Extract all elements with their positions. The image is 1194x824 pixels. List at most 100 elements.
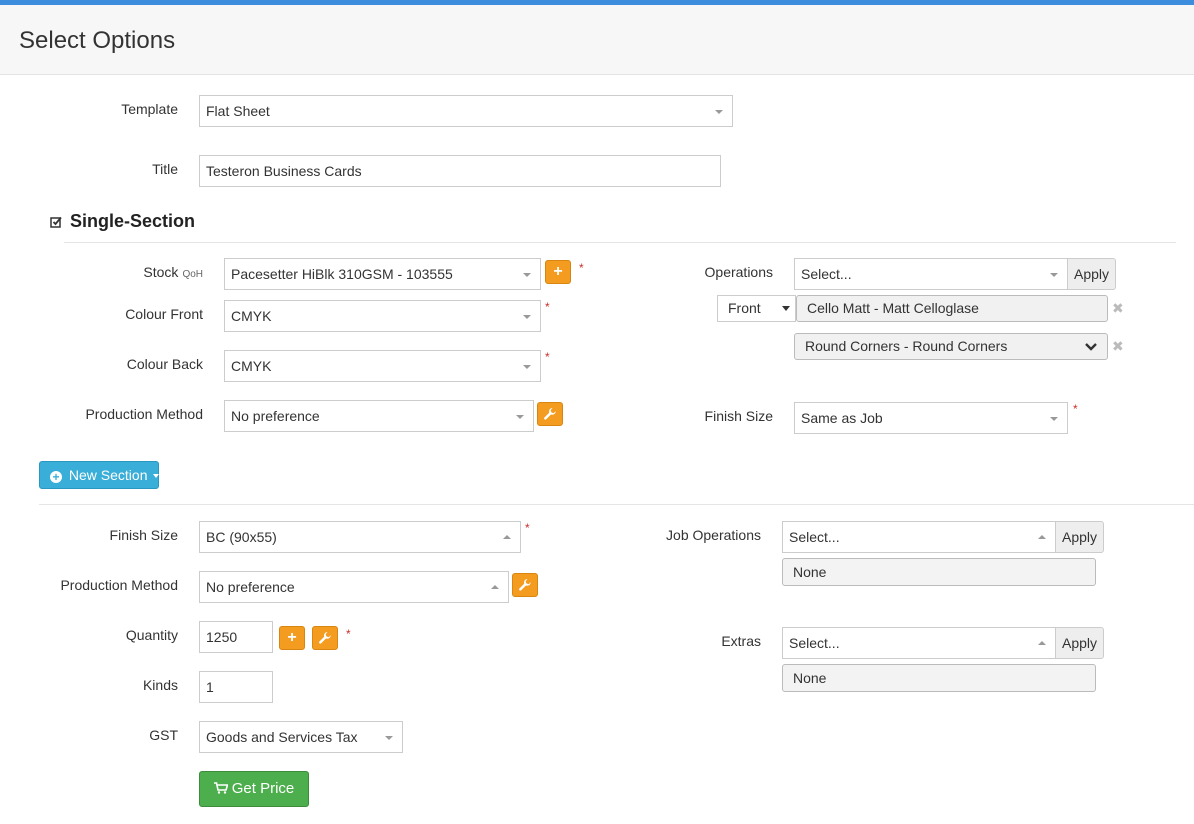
chevron-up-icon — [1038, 535, 1046, 539]
finish-size-select[interactable]: BC (90x55) — [199, 521, 521, 553]
chevron-down-icon — [385, 736, 393, 740]
page-title: Select Options — [19, 27, 176, 54]
chevron-up-icon — [491, 585, 499, 589]
remove-operation-icon[interactable]: ✖ — [1112, 338, 1124, 355]
chevron-down-icon — [523, 273, 531, 277]
production-method-label: Production Method — [85, 406, 203, 422]
operations-apply-button[interactable]: Apply — [1067, 258, 1117, 290]
template-label: Template — [121, 101, 178, 117]
job-operations-label: Job Operations — [666, 527, 761, 543]
job-operations-select[interactable]: Select... — [782, 521, 1056, 553]
finish-size-value: BC (90x55) — [206, 529, 277, 545]
chevron-down-icon — [715, 110, 723, 114]
section-finish-size-select[interactable]: Same as Job — [794, 402, 1068, 434]
stock-value: Pacesetter HiBlk 310GSM - 103555 — [231, 266, 453, 282]
caret-down-icon — [782, 306, 790, 311]
production-method-select[interactable]: No preference — [224, 400, 534, 432]
production-method-settings-button[interactable] — [537, 402, 563, 426]
wrench-icon — [319, 632, 331, 644]
required-marker: * — [346, 627, 351, 641]
plus-icon: + — [553, 263, 563, 280]
caret-down-icon — [153, 474, 160, 478]
operation-item-label: Round Corners - Round Corners — [805, 338, 1008, 354]
template-select[interactable]: Flat Sheet — [199, 95, 733, 127]
kinds-label: Kinds — [142, 677, 178, 693]
extras-label: Extras — [721, 633, 761, 649]
new-section-button[interactable]: + New Section — [39, 461, 160, 489]
kinds-value: 1 — [206, 679, 214, 695]
chevron-down-icon — [1085, 343, 1097, 351]
job-production-method-label: Production Method — [60, 577, 178, 593]
extras-none: None — [782, 664, 1096, 692]
template-value: Flat Sheet — [206, 103, 270, 119]
job-operations-none: None — [782, 558, 1096, 586]
get-price-label: Get Price — [231, 780, 295, 797]
title-label: Title — [152, 161, 178, 177]
quantity-label: Quantity — [125, 627, 178, 643]
plus-icon: + — [287, 629, 297, 646]
finish-size-label: Finish Size — [109, 527, 178, 543]
colour-front-value: CMYK — [231, 308, 272, 324]
colour-front-select[interactable]: CMYK — [224, 300, 541, 332]
stock-select[interactable]: Pacesetter HiBlk 310GSM - 103555 — [224, 258, 541, 290]
quantity-settings-button[interactable] — [312, 626, 338, 650]
edit-checkbox-icon — [50, 217, 62, 228]
add-stock-button[interactable]: + — [545, 260, 571, 284]
kinds-input[interactable]: 1 — [199, 671, 273, 703]
required-marker: * — [525, 521, 530, 535]
required-marker: * — [545, 350, 550, 364]
operations-label: Operations — [704, 264, 773, 280]
colour-front-label: Colour Front — [125, 306, 203, 322]
wrench-icon — [519, 579, 531, 591]
colour-back-value: CMYK — [231, 358, 272, 374]
chevron-up-icon — [503, 535, 511, 539]
get-price-button[interactable]: Get Price — [199, 771, 309, 807]
job-production-method-settings-button[interactable] — [512, 573, 538, 597]
extras-apply-button[interactable]: Apply — [1055, 627, 1105, 659]
chevron-down-icon — [1050, 273, 1058, 277]
add-quantity-button[interactable]: + — [279, 626, 305, 650]
remove-operation-icon[interactable]: ✖ — [1112, 300, 1124, 317]
chevron-up-icon — [1038, 641, 1046, 645]
required-marker: * — [1073, 402, 1078, 416]
production-method-value: No preference — [231, 408, 320, 424]
stock-label: Stock QoH — [143, 264, 203, 280]
gst-select[interactable]: Goods and Services Tax — [199, 721, 403, 753]
operation-item[interactable]: Round Corners - Round Corners — [794, 333, 1108, 360]
job-operations-apply-button[interactable]: Apply — [1055, 521, 1105, 553]
plus-circle-icon: + — [50, 471, 62, 483]
extras-placeholder: Select... — [789, 635, 840, 651]
operation-side-value: Front — [728, 300, 761, 316]
new-section-label: New Section — [68, 467, 148, 483]
section-divider — [64, 242, 1176, 243]
job-production-method-value: No preference — [206, 579, 295, 595]
quantity-input[interactable]: 1250 — [199, 621, 273, 653]
required-marker: * — [579, 261, 584, 275]
qoh-label: QoH — [182, 269, 203, 280]
gst-value: Goods and Services Tax — [206, 729, 358, 745]
required-marker: * — [545, 300, 550, 314]
operations-placeholder: Select... — [801, 266, 852, 282]
chevron-down-icon — [523, 365, 531, 369]
title-value: Testeron Business Cards — [206, 163, 362, 179]
shopping-cart-icon — [213, 782, 229, 794]
colour-back-label: Colour Back — [126, 356, 203, 372]
chevron-down-icon — [516, 415, 524, 419]
section-finish-size-label: Finish Size — [704, 408, 773, 424]
quantity-value: 1250 — [206, 629, 238, 645]
chevron-down-icon — [523, 315, 531, 319]
section-heading: Single-Section — [50, 211, 195, 232]
operation-item: Cello Matt - Matt Celloglase — [796, 295, 1108, 322]
gst-label: GST — [149, 727, 178, 743]
page-header: Select Options — [0, 5, 1194, 75]
job-divider — [39, 504, 1194, 505]
wrench-icon — [544, 407, 556, 420]
title-input[interactable]: Testeron Business Cards — [199, 155, 721, 187]
colour-back-select[interactable]: CMYK — [224, 350, 541, 382]
extras-select[interactable]: Select... — [782, 627, 1056, 659]
section-finish-size-value: Same as Job — [801, 410, 883, 426]
operations-select[interactable]: Select... — [794, 258, 1068, 290]
section-title: Single-Section — [70, 211, 196, 231]
job-production-method-select[interactable]: No preference — [199, 571, 509, 603]
operation-side-select[interactable]: Front — [717, 295, 796, 322]
